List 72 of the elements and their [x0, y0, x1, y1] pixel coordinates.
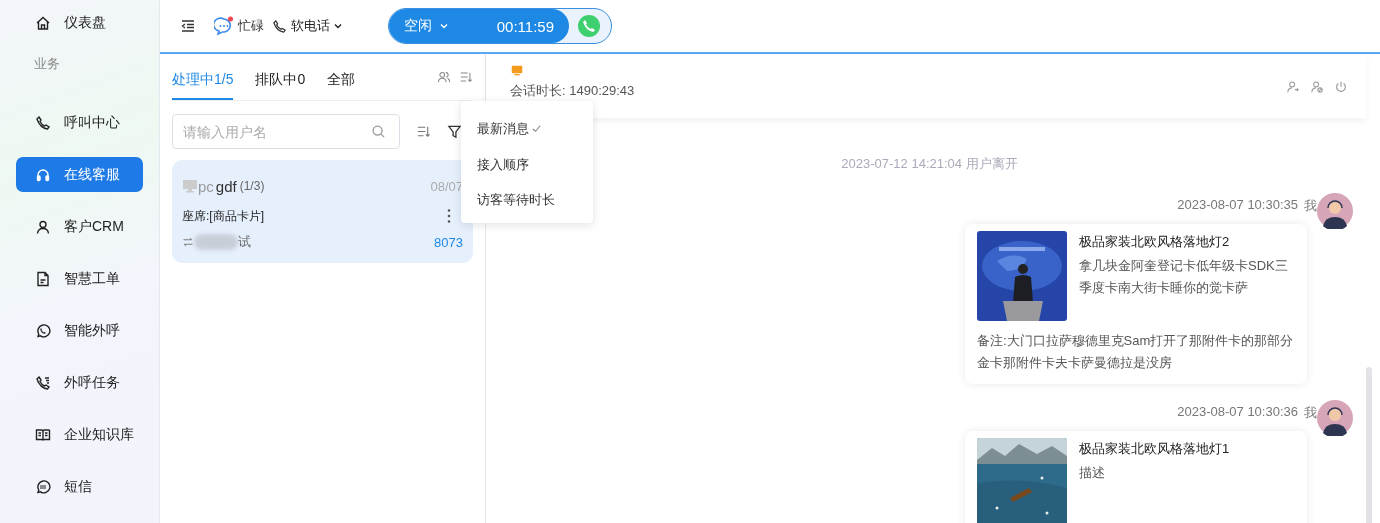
agent-name: 试: [238, 233, 251, 251]
session-duration: 会话时长: 1490:29:43: [510, 82, 635, 100]
search-icon[interactable]: [371, 124, 386, 139]
nav-item[interactable]: 智慧工单: [16, 261, 143, 296]
seat-label: 座席:[商品卡片]: [182, 207, 264, 225]
call-state-dropdown[interactable]: 空闲: [404, 17, 449, 35]
sort-icon[interactable]: [459, 70, 473, 84]
power-icon[interactable]: [1334, 80, 1348, 94]
check-icon: [531, 123, 542, 134]
menu-item[interactable]: 最新消息: [461, 111, 593, 146]
monitor-icon: [510, 64, 524, 78]
device-label: pc: [198, 177, 214, 195]
phone-icon: [35, 114, 51, 131]
sender-name: 我: [1304, 404, 1317, 422]
session-date: 08/07: [430, 178, 463, 194]
transfer-icon: [182, 236, 194, 248]
message-count: (1/3): [239, 179, 265, 193]
product-card[interactable]: 极品家装北欧风格落地灯1 描述: [965, 431, 1307, 523]
home-icon: [35, 14, 51, 31]
caret-icon: [439, 21, 449, 31]
product-title: 极品家装北欧风格落地灯1: [1079, 440, 1230, 458]
phone-list-icon: [35, 374, 51, 391]
sms-icon: [35, 478, 51, 495]
avatar-icon: [1317, 193, 1353, 229]
product-description: 描述: [1079, 464, 1106, 482]
nav-item[interactable]: 企业知识库: [16, 417, 143, 452]
transfer-user-icon[interactable]: [1286, 80, 1300, 94]
caret-icon: [333, 21, 343, 31]
sender-name: 我: [1304, 197, 1317, 215]
tab[interactable]: 排队中0: [255, 54, 306, 100]
message-time: 2023-08-07 10:30:36: [1177, 404, 1298, 421]
answer-call-button[interactable]: [577, 14, 601, 38]
search-field[interactable]: 请输入用户名: [172, 114, 400, 149]
product-description: 拿几块金阿奎登记卡低年级卡SDK三季度卡南大街卡睡你的觉卡萨: [1079, 257, 1289, 297]
nav-item[interactable]: 外呼任务: [16, 365, 143, 400]
document-icon: [35, 270, 51, 287]
sort-icon[interactable]: [416, 124, 431, 139]
avatar-icon: [1317, 400, 1353, 436]
collapse-menu-icon[interactable]: [180, 18, 196, 34]
user-icon: [35, 218, 51, 235]
users-icon[interactable]: [437, 70, 451, 84]
nav-item[interactable]: 客户CRM: [16, 209, 143, 244]
phone-icon: [272, 18, 287, 34]
nav-item[interactable]: 智能外呼: [16, 313, 143, 348]
product-title: 极品家装北欧风格落地灯2: [1079, 233, 1231, 251]
product-note: 备注:大门口拉萨穆德里克Sam打开了那附件卡的那部分金卡那附件卡夫卡萨曼德拉是没房: [977, 332, 1295, 372]
agent-status[interactable]: 忙碌: [238, 17, 264, 35]
system-message: 2023-07-12 14:21:04 用户离开: [841, 155, 1018, 173]
blurred-text: [194, 234, 238, 250]
headset-icon: [35, 166, 51, 183]
filter-icon[interactable]: [447, 124, 462, 139]
section-label: 业务: [33, 55, 61, 73]
chat-phone-icon: [35, 322, 51, 339]
nav-item[interactable]: 呼叫中心: [16, 105, 143, 140]
session-card[interactable]: pcgdf (1/3) 08/07 座席:[商品卡片] 试 8073: [172, 160, 473, 263]
message-time: 2023-08-07 10:30:35: [1177, 197, 1298, 214]
book-icon: [35, 426, 51, 443]
user-block-icon[interactable]: [1310, 80, 1324, 94]
session-id: 8073: [434, 234, 463, 250]
visitor-name: gdf: [215, 177, 237, 195]
softphone-dropdown[interactable]: 软电话: [291, 17, 343, 35]
nav-item[interactable]: 短信: [16, 469, 143, 504]
monitor-icon: [182, 178, 198, 194]
scrollbar-thumb[interactable]: [1366, 367, 1372, 523]
nav-item[interactable]: 在线客服: [16, 157, 143, 192]
tab[interactable]: 全部: [327, 54, 356, 100]
chat-bubble-icon[interactable]: [214, 16, 234, 36]
call-timer: 00:11:59: [496, 17, 554, 35]
nav-item[interactable]: 仪表盘: [16, 5, 143, 40]
more-icon[interactable]: [447, 208, 451, 224]
tab[interactable]: 处理中1/5: [172, 54, 234, 100]
product-card[interactable]: 极品家装北欧风格落地灯2 拿几块金阿奎登记卡低年级卡SDK三季度卡南大街卡睡你的觉卡萨 备注:大门口拉萨穆德里克Sam打开了那附件卡的那部分金卡那附件卡夫卡萨曼德拉是没房: [965, 224, 1307, 384]
